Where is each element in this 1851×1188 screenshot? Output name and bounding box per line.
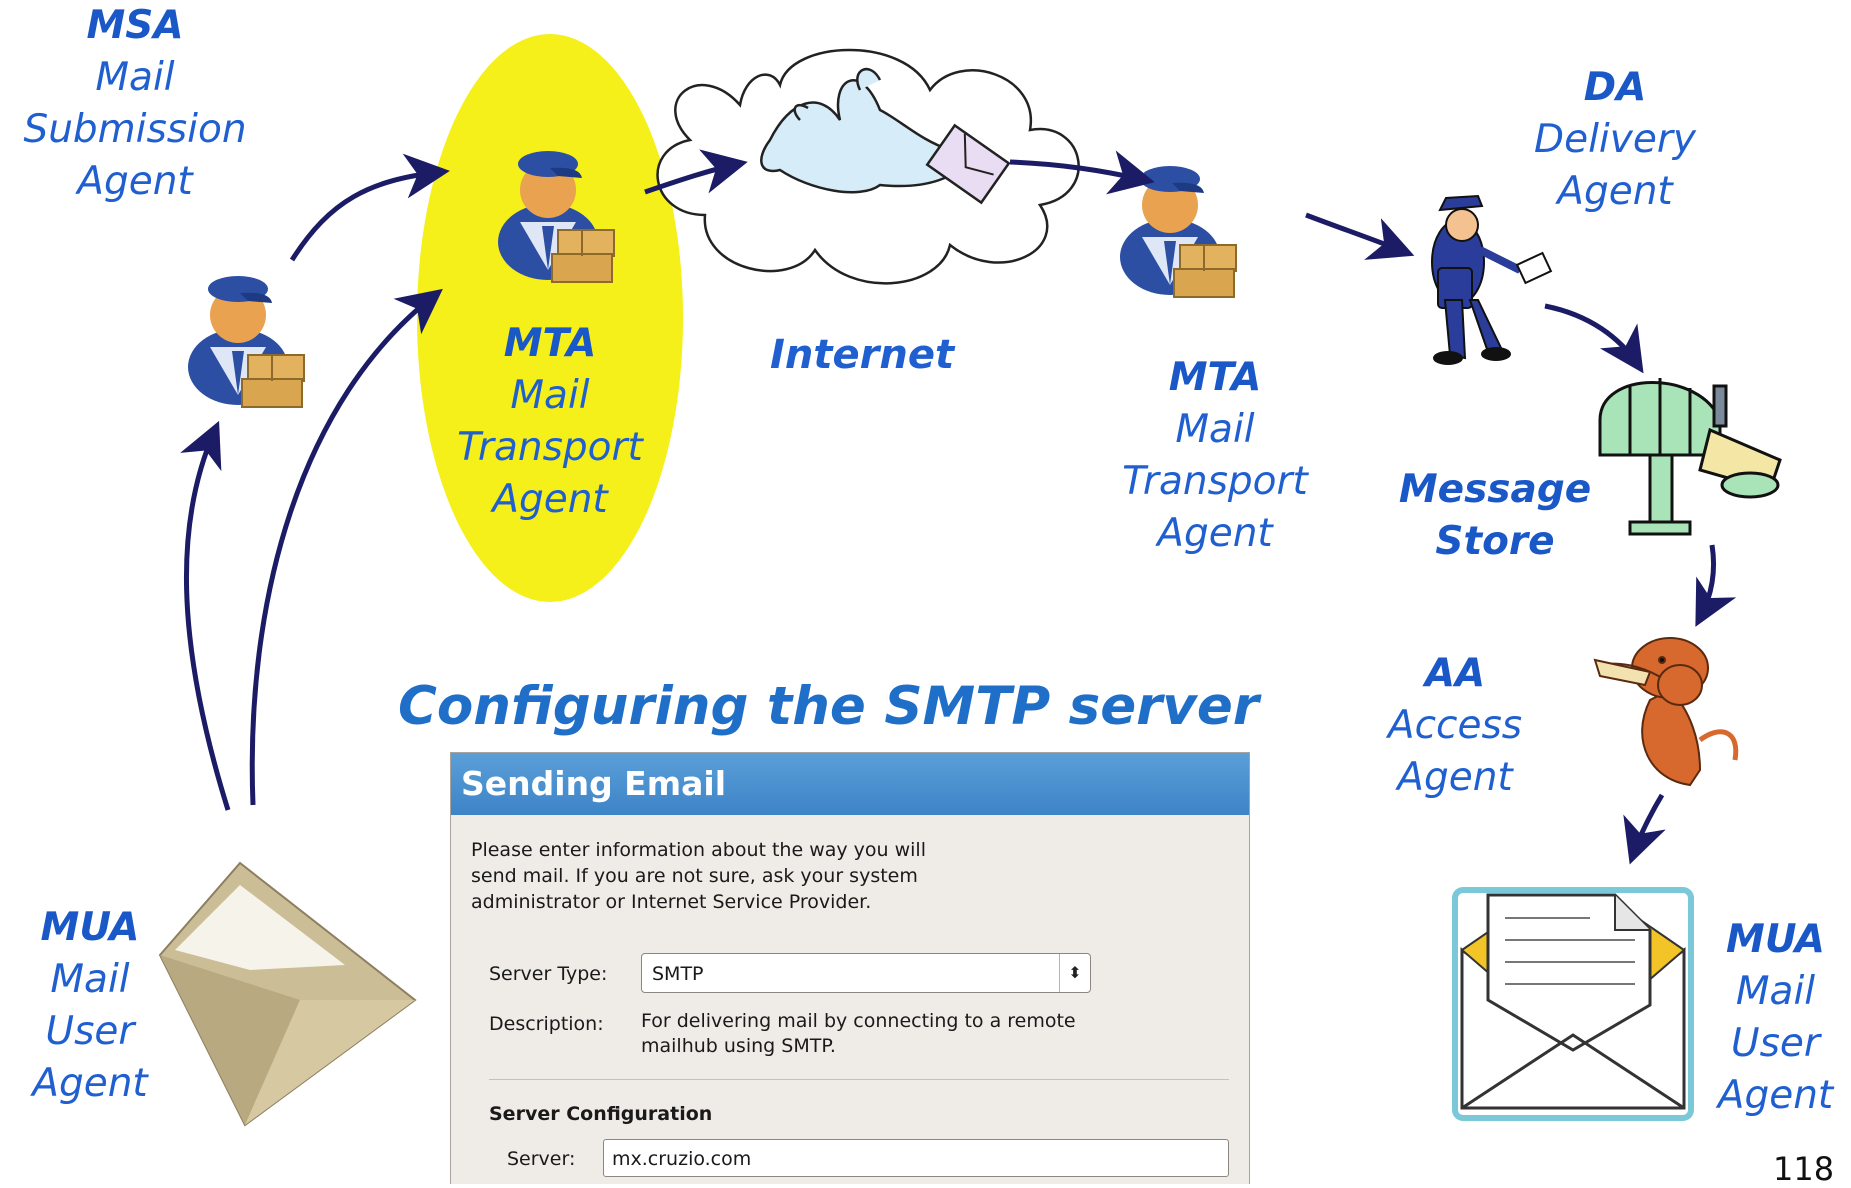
arrow-aa-to-mua bbox=[1623, 793, 1666, 865]
description-label: Description: bbox=[489, 1013, 604, 1035]
server-type-value: SMTP bbox=[652, 963, 704, 985]
arrow-da-to-store bbox=[1544, 303, 1644, 374]
page-number: 118 bbox=[1773, 1150, 1835, 1188]
config-title: Configuring the SMTP server bbox=[398, 676, 1259, 737]
da-label: DA Delivery Agent bbox=[1534, 65, 1696, 214]
description-line: mailhub using SMTP. bbox=[641, 1035, 836, 1057]
dialog-title: Sending Email bbox=[451, 753, 1249, 815]
msa-label: MSA Mail Submission Agent bbox=[23, 3, 247, 204]
arrow-store-to-aa bbox=[1695, 544, 1737, 627]
arrow-mta-to-da bbox=[1305, 212, 1415, 260]
message-store-label: Message Store bbox=[1398, 467, 1592, 564]
intro-line: administrator or Internet Service Provid… bbox=[471, 891, 872, 913]
aa-label: AA Access Agent bbox=[1387, 651, 1523, 800]
description-text: For delivering mail by connecting to a r… bbox=[641, 1009, 1161, 1059]
mailman-icon bbox=[1431, 194, 1553, 365]
worker-icon bbox=[1119, 165, 1237, 298]
server-type-label: Server Type: bbox=[489, 963, 608, 985]
envelope-icon bbox=[1452, 887, 1694, 1121]
mailbox-icon bbox=[1598, 378, 1782, 536]
mta-remote-label: MTA Mail Transport Agent bbox=[1122, 355, 1308, 556]
arrow-msa-to-mta bbox=[289, 153, 450, 262]
description-line: For delivering mail by connecting to a r… bbox=[641, 1010, 1076, 1032]
server-configuration-heading: Server Configuration bbox=[489, 1103, 713, 1125]
worker-icon bbox=[187, 275, 305, 408]
dog-icon bbox=[1593, 637, 1739, 787]
server-input[interactable]: mx.cruzio.com bbox=[603, 1139, 1229, 1177]
mua-label: MUA Mail User Agent bbox=[32, 905, 148, 1106]
mua-remote-label: MUA Mail User Agent bbox=[1717, 917, 1834, 1118]
server-label: Server: bbox=[507, 1148, 576, 1170]
intro-line: Please enter information about the way y… bbox=[471, 839, 926, 861]
server-type-select[interactable]: SMTP ⬍ bbox=[641, 953, 1091, 993]
arrow-mua-to-msa bbox=[180, 420, 231, 811]
envelope-icon bbox=[158, 861, 417, 1127]
internet-label: Internet bbox=[770, 332, 955, 378]
separator bbox=[489, 1079, 1229, 1080]
mta-label: MTA Mail Transport Agent bbox=[457, 321, 643, 522]
select-arrows-icon: ⬍ bbox=[1059, 954, 1090, 992]
intro-line: send mail. If you are not sure, ask your… bbox=[471, 865, 918, 887]
dialog-intro: Please enter information about the way y… bbox=[471, 837, 991, 915]
sending-email-dialog: Sending Email Please enter information a… bbox=[450, 752, 1250, 1184]
